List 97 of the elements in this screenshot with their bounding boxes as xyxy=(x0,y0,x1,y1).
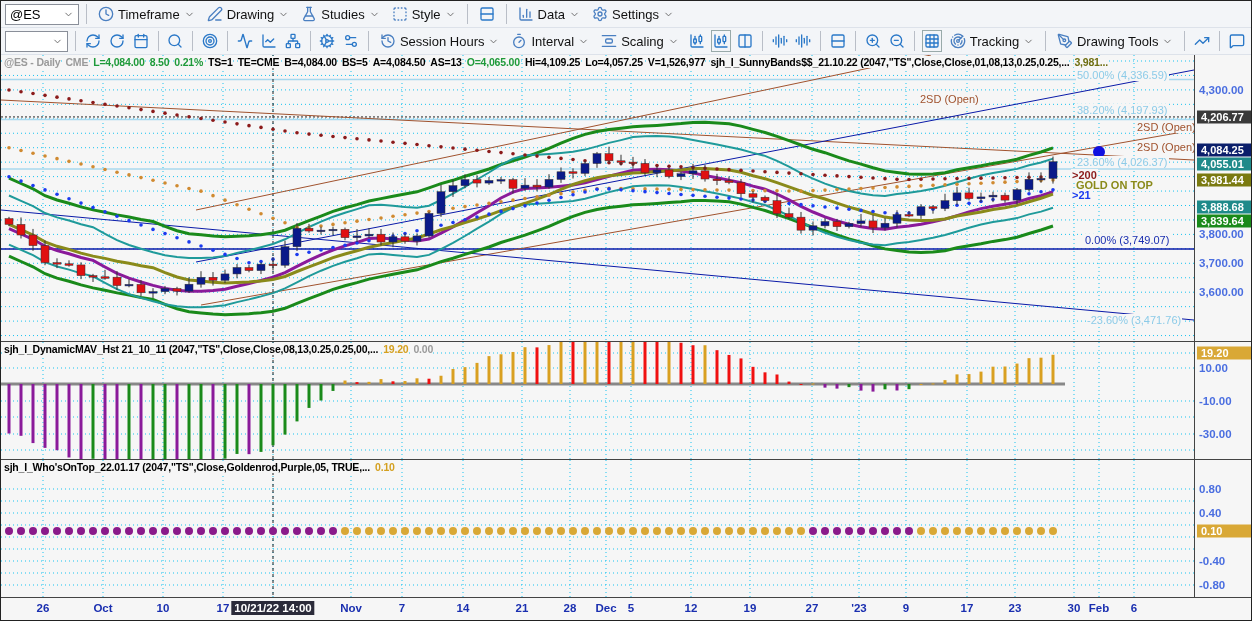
legend-text: sjh_I_Who'sOnTop_22.01.17 (2047,"TS",Close,Goldenrod,Purple,05, TRUE,... xyxy=(4,461,371,473)
axis-label: 4,300.00 xyxy=(1199,84,1244,96)
time-axis-label: Feb xyxy=(1087,601,1111,615)
legend-text: TS=1 xyxy=(208,56,233,68)
value-flag: 4,206.77 xyxy=(1197,110,1251,124)
legend-text: TE=CME xyxy=(237,56,280,68)
legend-text: V=1,526,977 xyxy=(647,56,706,68)
time-axis-label: Oct xyxy=(92,601,114,615)
time-axis-label: 6 xyxy=(1129,601,1139,615)
chart-annotation: 23.60% (4,026.37) xyxy=(1076,156,1169,168)
time-axis-label: Nov xyxy=(339,601,363,615)
toolbar-menu[interactable]: Tracking xyxy=(945,30,1039,52)
bar-chart-icon xyxy=(517,6,534,22)
legend-text: 0.00 xyxy=(413,343,434,355)
time-axis-label: '23 xyxy=(850,601,868,615)
legend-text: Hi=4,109.25 xyxy=(524,56,581,68)
axis-label: -0.80 xyxy=(1199,579,1226,591)
time-axis-label: 17 xyxy=(215,601,231,615)
dashed-square-icon xyxy=(391,6,408,22)
time-axis-label: 9 xyxy=(901,601,911,615)
toolbar-menu[interactable]: Studies xyxy=(297,3,384,25)
scale-icon xyxy=(601,33,618,49)
toolbar-menu[interactable]: Style xyxy=(387,3,460,25)
chart-annotation: -23.60% (3,471.76) xyxy=(1086,314,1183,326)
legend-text: 8.50 xyxy=(149,56,170,68)
legend-text: 3,981... xyxy=(1074,56,1108,68)
time-axis-label: Dec xyxy=(594,601,618,615)
chart-annotation: >21 xyxy=(1071,189,1092,201)
toolbar-menu[interactable]: Interval xyxy=(507,30,594,52)
axis-label: 0.80 xyxy=(1199,483,1222,495)
time-axis-label: 19 xyxy=(742,601,758,615)
legend-text: O=4,065.00 xyxy=(466,56,520,68)
time-axis-label: 21 xyxy=(514,601,530,615)
time-axis-label: 14 xyxy=(455,601,471,615)
time-axis-label: 17 xyxy=(959,601,975,615)
value-flag: 3,888.68 xyxy=(1197,200,1251,214)
chart-annotation: 2SD (Open) xyxy=(919,93,980,105)
legend-text: 19.20 xyxy=(383,343,409,355)
time-axis-label: 30 xyxy=(1066,601,1082,615)
legend-text: CME xyxy=(65,56,89,68)
time-axis-label: 5 xyxy=(626,601,636,615)
legend-text: sjh_I_DynamicMAV_Hst 21_10_11 (2047,"TS",Close,Close,08,13,0.25,0.25,00,... xyxy=(4,343,379,355)
legend-text: AS=13 xyxy=(430,56,462,68)
time-axis-label: 7 xyxy=(397,601,407,615)
value-flag: 3,839.64 xyxy=(1197,214,1251,228)
legend-text: A=4,084.50 xyxy=(372,56,426,68)
legend-text: BS=5 xyxy=(341,56,368,68)
time-axis-label: 12 xyxy=(683,601,699,615)
grid-icon[interactable] xyxy=(921,30,942,52)
toolbar-menu[interactable]: Session Hours xyxy=(375,30,504,52)
legend-text: B=4,084.00 xyxy=(284,56,337,68)
flask-icon xyxy=(301,6,318,22)
time-axis-label: 23 xyxy=(1007,601,1023,615)
toolbar-menu[interactable]: Data xyxy=(513,3,585,25)
toolbar-menu[interactable]: Drawing Tools xyxy=(1053,30,1178,52)
dropdown-field[interactable] xyxy=(5,30,69,52)
legend-text: 0.21% xyxy=(174,56,204,68)
toolbar-menu[interactable]: Settings xyxy=(588,3,679,25)
value-flag: 4,055.01 xyxy=(1197,157,1251,171)
time-axis-label: 26 xyxy=(35,601,51,615)
symbol-field[interactable]: @ES xyxy=(5,3,79,25)
candlestick-icon[interactable] xyxy=(710,30,731,52)
toolbar-menu[interactable]: Scaling xyxy=(597,30,683,52)
value-flag: 3,981.44 xyxy=(1197,173,1251,187)
time-axis-label: 27 xyxy=(804,601,820,615)
timer-icon xyxy=(511,33,528,49)
radar-icon xyxy=(949,33,966,49)
toolbar-menu[interactable]: Timeframe xyxy=(94,3,199,25)
axis-label: 0.40 xyxy=(1199,507,1222,519)
legend-text: 0.10 xyxy=(375,461,395,473)
pen-icon xyxy=(206,6,223,22)
axis-label: -30.00 xyxy=(1199,428,1232,440)
clock-icon xyxy=(98,6,114,22)
chart-annotation: 0.00% (3,749.07) xyxy=(1084,234,1171,246)
legend-text: sjh_I_SunnyBands$$_21.10.22 (2047,"TS",Close,Close,01,08,13,0.25,0.25,... xyxy=(710,56,1070,68)
axis-label: -0.40 xyxy=(1199,555,1226,567)
chart-annotation: 38.20% (4,197.93) xyxy=(1076,104,1169,116)
time-axis-label: 10 xyxy=(155,601,171,615)
toolbar-menu[interactable]: Drawing xyxy=(202,3,294,25)
axis-label: 3,800.00 xyxy=(1199,228,1244,240)
settings-icon xyxy=(592,6,609,22)
chart-annotation: 50.00% (4,336.59) xyxy=(1076,69,1169,81)
value-flag: 19.20 xyxy=(1197,346,1251,360)
legend-text: L=4,084.00 xyxy=(93,56,145,68)
value-flag: 4,084.25 xyxy=(1197,143,1251,157)
axis-label: -10.00 xyxy=(1199,395,1232,407)
axis-label: 3,700.00 xyxy=(1199,257,1244,269)
value-flag: 0.10 xyxy=(1197,524,1251,538)
legend-text: Lo=4,057.25 xyxy=(585,56,643,68)
axis-label: 3,600.00 xyxy=(1199,286,1244,298)
time-axis-label: 28 xyxy=(562,601,578,615)
pen-tool-icon xyxy=(1057,33,1073,49)
chart-annotation: GOLD ON TOP xyxy=(1075,179,1154,191)
legend-text: @ES - Daily xyxy=(4,56,61,68)
axis-label: 10.00 xyxy=(1199,362,1228,374)
history-icon xyxy=(379,33,396,49)
time-axis-label: 10/21/22 14:00 xyxy=(231,601,315,615)
